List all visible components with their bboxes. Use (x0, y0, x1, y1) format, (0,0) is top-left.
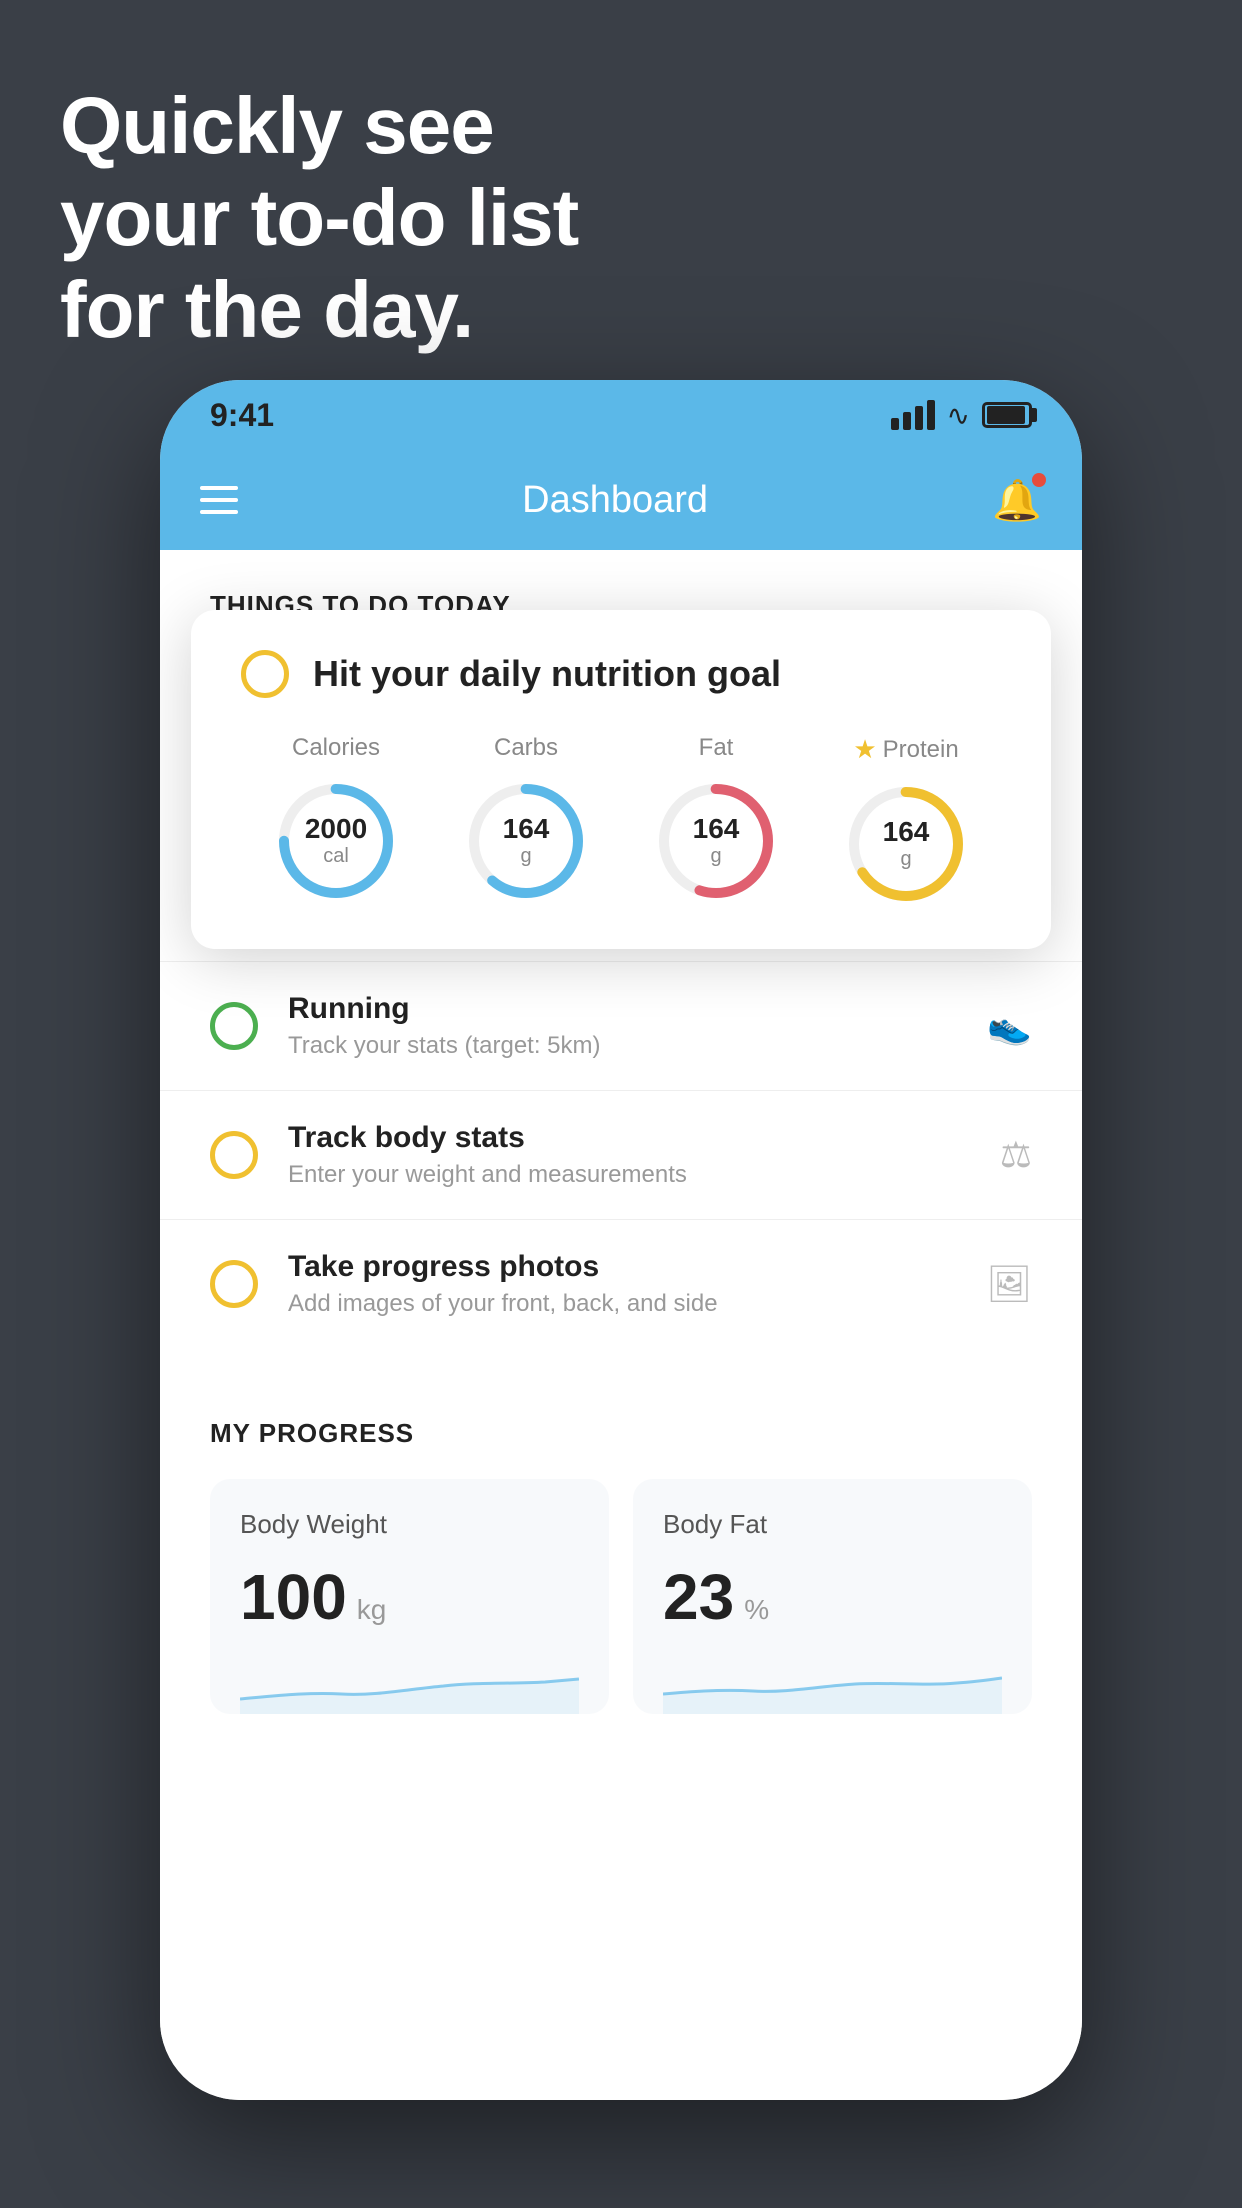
body-fat-unit: % (744, 1594, 769, 1626)
signal-icon (891, 400, 935, 430)
todo-photos[interactable]: Take progress photos Add images of your … (160, 1219, 1082, 1348)
nutrition-card[interactable]: Hit your daily nutrition goal Calories 2… (191, 610, 1051, 949)
status-icons: ∿ (891, 399, 1032, 432)
todo-body-stats[interactable]: Track body stats Enter your weight and m… (160, 1090, 1082, 1219)
body-weight-card[interactable]: Body Weight 100 kg (210, 1479, 609, 1714)
body-stats-circle (210, 1131, 258, 1179)
protein-label: ★ Protein (853, 734, 958, 765)
phone-content: THINGS TO DO TODAY Hit your daily nutrit… (160, 550, 1082, 2100)
battery-icon (982, 402, 1032, 428)
progress-header: MY PROGRESS (210, 1418, 1032, 1449)
calories-label: Calories (292, 734, 380, 762)
protein-donut: 164 g (841, 779, 971, 909)
calories-unit: cal (323, 845, 349, 867)
body-fat-title: Body Fat (663, 1509, 1002, 1540)
protein-value: 164 (883, 817, 930, 848)
nutrition-calories: Calories 2000 cal (271, 734, 401, 909)
calories-value: 2000 (305, 814, 367, 845)
protein-unit: g (900, 848, 911, 870)
fat-donut: 164 g (651, 776, 781, 906)
photos-subtitle: Add images of your front, back, and side (288, 1290, 956, 1318)
body-stats-text: Track body stats Enter your weight and m… (288, 1121, 970, 1189)
nutrition-protein: ★ Protein 164 g (841, 734, 971, 909)
carbs-unit: g (520, 845, 531, 867)
progress-cards: Body Weight 100 kg Body Fat 23 % (210, 1479, 1032, 1714)
running-text: Running Track your stats (target: 5km) (288, 992, 957, 1060)
menu-button[interactable] (200, 486, 238, 514)
body-fat-sparkline (663, 1654, 1002, 1714)
photos-circle (210, 1260, 258, 1308)
photos-text: Take progress photos Add images of your … (288, 1250, 956, 1318)
status-time: 9:41 (210, 397, 274, 434)
photo-icon: 🖼 (986, 1263, 1032, 1305)
nutrition-radio[interactable] (241, 650, 289, 698)
phone-frame: 9:41 ∿ Dashboard 🔔 THINGS TO DO TODA (160, 380, 1082, 2100)
carbs-value: 164 (503, 814, 550, 845)
nutrition-grid: Calories 2000 cal Carbs (241, 734, 1001, 909)
body-weight-title: Body Weight (240, 1509, 579, 1540)
star-icon: ★ (853, 734, 876, 765)
progress-section: MY PROGRESS Body Weight 100 kg B (160, 1368, 1082, 1744)
body-stats-subtitle: Enter your weight and measurements (288, 1161, 970, 1189)
body-weight-value-row: 100 kg (240, 1560, 579, 1634)
running-icon: 👟 (987, 1005, 1032, 1047)
body-weight-sparkline (240, 1654, 579, 1714)
wifi-icon: ∿ (947, 399, 970, 432)
notification-dot (1032, 473, 1046, 487)
body-weight-value: 100 (240, 1560, 347, 1634)
calories-donut: 2000 cal (271, 776, 401, 906)
headline: Quickly see your to-do list for the day. (60, 80, 578, 356)
todo-list: Running Track your stats (target: 5km) 👟… (160, 961, 1082, 1348)
body-fat-card[interactable]: Body Fat 23 % (633, 1479, 1032, 1714)
status-bar: 9:41 ∿ (160, 380, 1082, 450)
body-fat-value: 23 (663, 1560, 734, 1634)
header-title: Dashboard (522, 479, 708, 522)
running-circle (210, 1002, 258, 1050)
body-fat-value-row: 23 % (663, 1560, 1002, 1634)
fat-label: Fat (699, 734, 734, 762)
notification-button[interactable]: 🔔 (992, 477, 1042, 524)
carbs-donut: 164 g (461, 776, 591, 906)
todo-running[interactable]: Running Track your stats (target: 5km) 👟 (160, 961, 1082, 1090)
running-title: Running (288, 992, 957, 1026)
photos-title: Take progress photos (288, 1250, 956, 1284)
running-subtitle: Track your stats (target: 5km) (288, 1032, 957, 1060)
nutrition-fat: Fat 164 g (651, 734, 781, 909)
body-weight-unit: kg (357, 1594, 387, 1626)
app-header: Dashboard 🔔 (160, 450, 1082, 550)
carbs-label: Carbs (494, 734, 558, 762)
nutrition-carbs: Carbs 164 g (461, 734, 591, 909)
scale-icon: ⚖ (1000, 1134, 1032, 1176)
nutrition-card-title: Hit your daily nutrition goal (313, 653, 781, 695)
body-stats-title: Track body stats (288, 1121, 970, 1155)
fat-value: 164 (693, 814, 740, 845)
fat-unit: g (710, 845, 721, 867)
